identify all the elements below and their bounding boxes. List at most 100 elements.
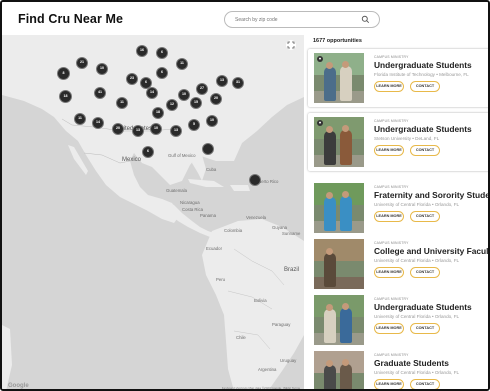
opportunity-card[interactable]: ♥ CAMPUS MINISTRY Undergraduate Students… xyxy=(308,113,488,171)
map-cluster[interactable]: 13 xyxy=(170,125,182,137)
learn-more-button[interactable]: LEARN MORE xyxy=(374,145,404,156)
map-cluster[interactable]: 6 xyxy=(156,47,168,59)
map-cluster[interactable]: 20 xyxy=(112,123,124,135)
card-kicker: CAMPUS MINISTRY xyxy=(374,119,409,123)
map-cluster[interactable]: 14 xyxy=(146,87,158,99)
map-label: Argentina xyxy=(258,367,277,372)
search-icon[interactable] xyxy=(361,15,370,24)
map-cluster[interactable]: 14 xyxy=(92,117,104,129)
contact-button[interactable]: CONTACT xyxy=(410,211,440,222)
card-photo: ♥ xyxy=(314,53,364,103)
map-label: Gulf of Mexico xyxy=(168,153,196,158)
card-subtitle: Florida Institute of Technology • Melbou… xyxy=(374,72,469,77)
card-subtitle: University of Central Florida • Orlando,… xyxy=(374,370,460,375)
heart-icon[interactable]: ♥ xyxy=(317,120,323,126)
header: Find Cru Near Me xyxy=(2,2,488,34)
map-cluster[interactable]: 20 xyxy=(210,93,222,105)
card-title[interactable]: Undergraduate Students xyxy=(374,60,472,70)
map-label: Cuba xyxy=(206,167,217,172)
map-cluster[interactable]: 6 xyxy=(142,146,154,158)
map-cluster[interactable]: 11 xyxy=(74,113,86,125)
learn-more-button[interactable]: LEARN MORE xyxy=(374,211,404,222)
map-cluster[interactable]: 6 xyxy=(156,67,168,79)
learn-more-button[interactable]: LEARN MORE xyxy=(374,267,404,278)
map-cluster[interactable]: 21 xyxy=(76,57,88,69)
card-title[interactable]: Fraternity and Sorority Students xyxy=(374,190,488,200)
map-label: Paraguay xyxy=(272,322,291,327)
card-kicker: CAMPUS MINISTRY xyxy=(374,185,409,189)
opportunity-card[interactable]: CAMPUS MINISTRY Fraternity and Sorority … xyxy=(308,179,488,237)
contact-button[interactable]: CONTACT xyxy=(410,81,440,92)
card-photo xyxy=(314,239,364,289)
map-label: Ecuador xyxy=(206,246,223,251)
map-cluster[interactable]: 10 xyxy=(206,115,218,127)
search-box[interactable] xyxy=(224,11,380,28)
map-label: Bolivia xyxy=(254,298,267,303)
card-kicker: CAMPUS MINISTRY xyxy=(374,353,409,357)
card-kicker: CAMPUS MINISTRY xyxy=(374,297,409,301)
map-cluster[interactable]: 8 xyxy=(57,67,70,80)
map-label: Uruguay xyxy=(280,358,297,363)
learn-more-button[interactable]: LEARN MORE xyxy=(374,323,404,334)
card-photo xyxy=(314,295,364,345)
card-title[interactable]: Undergraduate Students xyxy=(374,124,472,134)
card-kicker: CAMPUS MINISTRY xyxy=(374,241,409,245)
results-count: 1677 opportunities xyxy=(313,38,362,44)
results-list[interactable]: 1677 opportunities ♥ CAMPUS MINISTRY Und… xyxy=(304,35,488,389)
map-label: Guatemala xyxy=(166,188,188,193)
map-label: Costa Rica xyxy=(182,207,204,212)
map-cluster[interactable]: 5 xyxy=(188,119,200,131)
map-cluster[interactable]: 10 xyxy=(178,89,190,101)
map-cluster[interactable]: 23 xyxy=(126,73,138,85)
map-cluster[interactable]: 18 xyxy=(152,107,164,119)
learn-more-button[interactable]: LEARN MORE xyxy=(374,81,404,92)
app-window: Find Cru Near Me Search by zip code Unit… xyxy=(0,0,490,391)
map-label: Peru xyxy=(216,277,226,282)
map-area[interactable]: United States Mexico Cuba Puerto Rico Gu… xyxy=(2,35,304,389)
map-cluster[interactable]: 18 xyxy=(59,90,72,103)
map-cluster[interactable]: 10 xyxy=(96,63,108,75)
map-cluster[interactable]: 13 xyxy=(216,75,228,87)
opportunity-card[interactable]: CAMPUS MINISTRY Graduate Students Univer… xyxy=(308,347,488,389)
map-cluster[interactable]: 11 xyxy=(176,58,188,70)
card-title[interactable]: Graduate Students xyxy=(374,358,449,368)
card-subtitle: University of Central Florida • Orlando,… xyxy=(374,258,460,263)
map-attribution[interactable]: Keyboard shortcuts Map data ©2023 Google… xyxy=(222,386,300,389)
card-photo xyxy=(314,183,364,233)
contact-button[interactable]: CONTACT xyxy=(410,267,440,278)
map-label: Nicaragua xyxy=(180,200,200,205)
map-cluster[interactable]: 11 xyxy=(116,97,128,109)
map-label: Brazil xyxy=(284,267,300,273)
map-cluster[interactable]: 16 xyxy=(136,45,148,57)
map-cluster[interactable]: 15 xyxy=(190,97,202,109)
card-photo xyxy=(314,351,364,389)
map-cluster[interactable]: 13 xyxy=(132,125,144,137)
map-cluster[interactable]: 10 xyxy=(150,123,162,135)
contact-button[interactable]: CONTACT xyxy=(410,323,440,334)
map-cluster[interactable]: 31 xyxy=(232,77,244,89)
google-logo: Google xyxy=(8,383,29,389)
opportunity-card[interactable]: CAMPUS MINISTRY College and University F… xyxy=(308,235,488,293)
card-title[interactable]: College and University Faculty xyxy=(374,246,488,256)
map-label: Chile xyxy=(236,335,246,340)
card-title[interactable]: Undergraduate Students xyxy=(374,302,472,312)
heart-icon[interactable]: ♥ xyxy=(317,56,323,62)
map-label: Colombia xyxy=(224,228,243,233)
opportunity-card[interactable]: ♥ CAMPUS MINISTRY Undergraduate Students… xyxy=(308,49,488,107)
search-input[interactable] xyxy=(235,14,355,25)
opportunity-card[interactable]: CAMPUS MINISTRY Undergraduate Students U… xyxy=(308,291,488,349)
map-pin-icon[interactable] xyxy=(249,174,261,186)
page-title: Find Cru Near Me xyxy=(18,12,124,26)
card-subtitle: University of Central Florida • Orlando,… xyxy=(374,202,460,207)
map-label: Mexico xyxy=(122,157,142,163)
map-cluster[interactable]: 27 xyxy=(196,83,208,95)
contact-button[interactable]: CONTACT xyxy=(410,145,440,156)
contact-button[interactable]: CONTACT xyxy=(410,379,440,389)
map-cluster[interactable]: 12 xyxy=(166,99,178,111)
map-pin-icon[interactable] xyxy=(202,143,214,155)
learn-more-button[interactable]: LEARN MORE xyxy=(374,379,404,389)
map-label: Suriname xyxy=(282,231,301,236)
fullscreen-icon[interactable] xyxy=(286,40,296,50)
map-cluster[interactable]: 41 xyxy=(94,87,106,99)
card-subtitle: Stetson University • DeLand, FL xyxy=(374,136,440,141)
